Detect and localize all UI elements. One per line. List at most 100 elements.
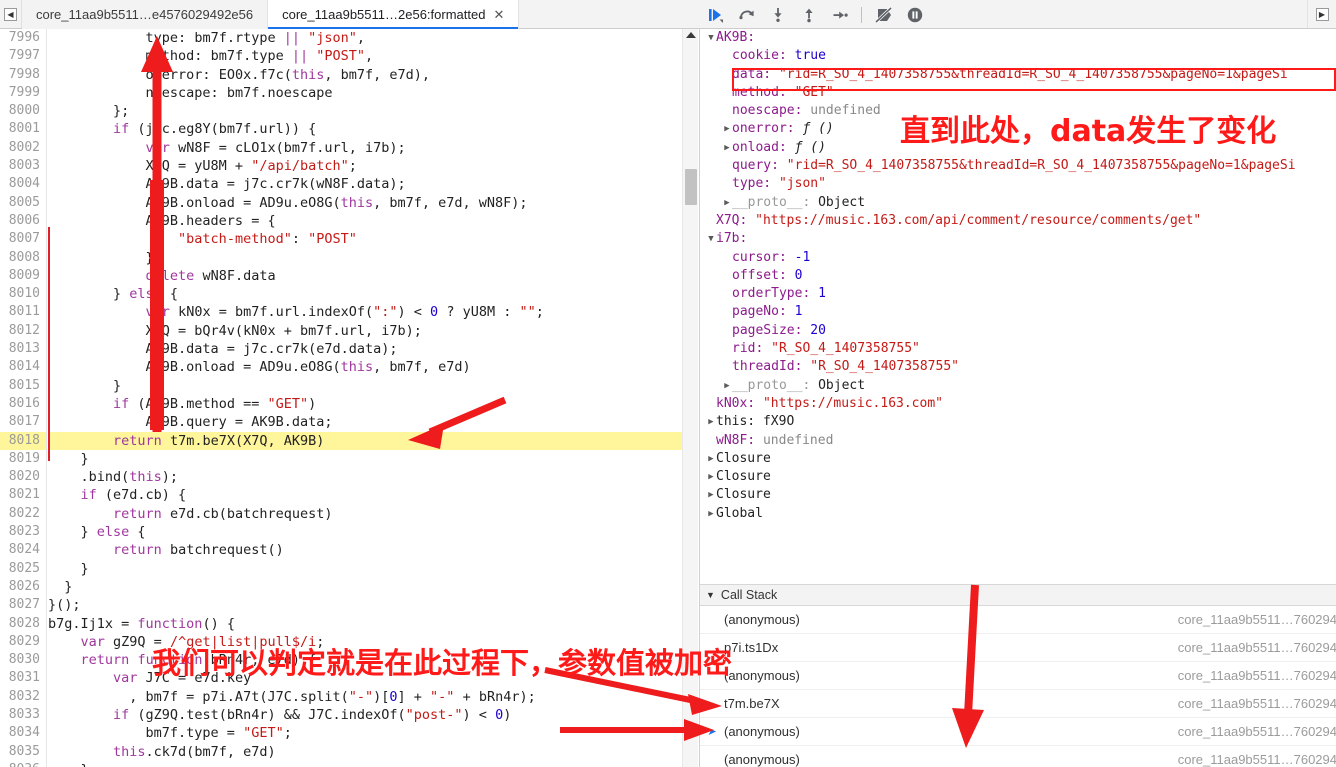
- scope-section[interactable]: ▶ Closure: [700, 486, 1336, 504]
- code-line[interactable]: } else {: [48, 523, 682, 541]
- line-number[interactable]: 8015: [0, 377, 46, 395]
- chevron-right-icon[interactable]: ▶: [722, 377, 732, 395]
- chevron-right-icon[interactable]: ▶: [706, 468, 716, 486]
- line-number[interactable]: 8028: [0, 615, 46, 633]
- line-number[interactable]: 8014: [0, 358, 46, 376]
- code-line[interactable]: }: [48, 377, 682, 395]
- line-number[interactable]: 8022: [0, 505, 46, 523]
- line-number[interactable]: 8008: [0, 249, 46, 267]
- code-line[interactable]: AK9B.query = AK9B.data;: [48, 413, 682, 431]
- scope-property-row[interactable]: ▶cookie: true: [700, 47, 1336, 65]
- line-number[interactable]: 8009: [0, 267, 46, 285]
- code-line[interactable]: var kN0x = bm7f.url.indexOf(":") < 0 ? y…: [48, 303, 682, 321]
- chevron-right-icon[interactable]: ▶: [706, 505, 716, 523]
- code-line[interactable]: } else {: [48, 285, 682, 303]
- code-line[interactable]: var gZ9Q = /^get|list|pull$/i;: [48, 633, 682, 651]
- scrollbar-thumb[interactable]: [685, 169, 697, 205]
- step-button[interactable]: [824, 0, 855, 29]
- scope-property-row[interactable]: ▶offset: 0: [700, 267, 1336, 285]
- line-number[interactable]: 8027: [0, 596, 46, 614]
- scope-property-row[interactable]: ▶ onload: ƒ (): [700, 139, 1336, 157]
- call-stack-list[interactable]: (anonymous) core_11aa9b5511…760294 p7i.ts1…: [700, 606, 1336, 767]
- step-into-next-function-call-button[interactable]: [762, 0, 793, 29]
- code-line[interactable]: if (gZ9Q.test(bRn4r) && J7C.indexOf("pos…: [48, 706, 682, 724]
- chevron-down-icon[interactable]: ▼: [706, 230, 716, 248]
- call-stack-row[interactable]: t7m.be7X core_11aa9b5511…760294: [700, 690, 1336, 718]
- scope-property-row[interactable]: ▶wN8F: undefined: [700, 432, 1336, 450]
- line-number[interactable]: 8000: [0, 102, 46, 120]
- line-number[interactable]: 8012: [0, 322, 46, 340]
- scope-property-row[interactable]: ▶ __proto__: Object: [700, 377, 1336, 395]
- code-line[interactable]: .bind(this);: [48, 468, 682, 486]
- step-over-next-function-call-button[interactable]: [731, 0, 762, 29]
- call-stack-section-header[interactable]: ▼ Call Stack: [700, 584, 1336, 606]
- line-number[interactable]: 8025: [0, 560, 46, 578]
- code-line[interactable]: return t7m.be7X(X7Q, AK9B): [48, 431, 682, 450]
- line-number[interactable]: 8033: [0, 706, 46, 724]
- code-line[interactable]: method: bm7f.type || "POST",: [48, 47, 682, 65]
- line-number[interactable]: 8011: [0, 303, 46, 321]
- line-number[interactable]: 8010: [0, 285, 46, 303]
- line-number[interactable]: 8023: [0, 523, 46, 541]
- code-line[interactable]: AK9B.data = j7c.cr7k(e7d.data);: [48, 340, 682, 358]
- line-number[interactable]: 8006: [0, 212, 46, 230]
- close-icon[interactable]: ✕: [493, 7, 504, 23]
- step-out-of-current-function-button[interactable]: [793, 0, 824, 29]
- scope-property-row[interactable]: ▶ this: fX9O: [700, 413, 1336, 431]
- call-stack-row[interactable]: (anonymous) core_11aa9b5511…760294: [700, 746, 1336, 767]
- chevron-right-icon[interactable]: ▶: [722, 120, 732, 138]
- scope-property-row[interactable]: ▶pageSize: 20: [700, 322, 1336, 340]
- scope-section[interactable]: ▶ Global: [700, 505, 1336, 523]
- scope-property-row[interactable]: ▶data: "rid=R_SO_4_1407358755&threadId=R…: [700, 66, 1336, 84]
- source-code-pane[interactable]: 7996 7997 7998 7999 8000 8001 8002 8003 8004 8005…: [0, 29, 698, 767]
- scope-property-row[interactable]: ▶method: "GET": [700, 84, 1336, 102]
- code-line[interactable]: }();: [48, 596, 682, 614]
- code-editor[interactable]: type: bm7f.rtype || "json", method: bm7f…: [48, 29, 682, 767]
- code-line[interactable]: var wN8F = cLO1x(bm7f.url, i7b);: [48, 139, 682, 157]
- code-line[interactable]: "batch-method": "POST": [48, 230, 682, 248]
- code-line[interactable]: };: [48, 102, 682, 120]
- code-line[interactable]: }: [48, 450, 682, 468]
- line-number[interactable]: 7997: [0, 47, 46, 65]
- line-number[interactable]: 8030: [0, 651, 46, 669]
- scope-property-row[interactable]: ▼ AK9B:: [700, 29, 1336, 47]
- code-line[interactable]: return batchrequest(): [48, 541, 682, 559]
- line-number[interactable]: 8003: [0, 157, 46, 175]
- line-number[interactable]: 8007: [0, 230, 46, 248]
- line-number[interactable]: 8029: [0, 633, 46, 651]
- code-line[interactable]: , bm7f = p7i.A7t(J7C.split("-")[0] + "-"…: [48, 688, 682, 706]
- line-number[interactable]: 8013: [0, 340, 46, 358]
- scope-variables-list[interactable]: ▼AK9B:▶cookie: true▶data: "rid=R_SO_4_14…: [700, 29, 1336, 584]
- tab-scroll-left-button[interactable]: ◀: [0, 0, 22, 28]
- line-number[interactable]: 8021: [0, 486, 46, 504]
- code-scrollbar[interactable]: [682, 29, 698, 767]
- code-line[interactable]: AK9B.onload = AD9u.eO8G(this, bm7f, e7d,…: [48, 194, 682, 212]
- code-line[interactable]: AK9B.onload = AD9u.eO8G(this, bm7f, e7d): [48, 358, 682, 376]
- call-stack-row[interactable]: (anonymous) core_11aa9b5511…760294: [700, 606, 1336, 634]
- scope-property-row[interactable]: ▶noescape: undefined: [700, 102, 1336, 120]
- deactivate-breakpoints-button[interactable]: [868, 0, 899, 29]
- scope-property-row[interactable]: ▶query: "rid=R_SO_4_1407358755&threadId=…: [700, 157, 1336, 175]
- chevron-down-icon[interactable]: ▼: [706, 29, 716, 47]
- line-number[interactable]: 8031: [0, 669, 46, 687]
- code-line[interactable]: return function(bRn4r, e7d) {: [48, 651, 682, 669]
- line-number[interactable]: 8020: [0, 468, 46, 486]
- call-stack-row[interactable]: ➤ (anonymous) core_11aa9b5511…760294: [700, 718, 1336, 746]
- scope-property-row[interactable]: ▶type: "json": [700, 175, 1336, 193]
- code-line[interactable]: this.ck7d(bm7f, e7d): [48, 743, 682, 761]
- chevron-right-icon[interactable]: ▶: [706, 486, 716, 504]
- scope-property-row[interactable]: ▼ i7b:: [700, 230, 1336, 248]
- chevron-right-icon[interactable]: ▶: [722, 194, 732, 212]
- line-number[interactable]: 8032: [0, 688, 46, 706]
- code-line[interactable]: }: [48, 560, 682, 578]
- line-number[interactable]: 8017: [0, 413, 46, 431]
- source-tab-1[interactable]: core_11aa9b5511…2e56:formatted ✕: [268, 0, 520, 29]
- resume-script-execution-button[interactable]: [700, 0, 731, 29]
- line-number[interactable]: 8018: [0, 431, 46, 450]
- line-number[interactable]: 7998: [0, 66, 46, 84]
- code-line[interactable]: if (AK9B.method == "GET"): [48, 395, 682, 413]
- scope-property-row[interactable]: ▶ __proto__: Object: [700, 194, 1336, 212]
- scope-property-row[interactable]: ▶ onerror: ƒ (): [700, 120, 1336, 138]
- code-line[interactable]: var J7C = e7d.key: [48, 669, 682, 687]
- scope-section[interactable]: ▶ Closure: [700, 468, 1336, 486]
